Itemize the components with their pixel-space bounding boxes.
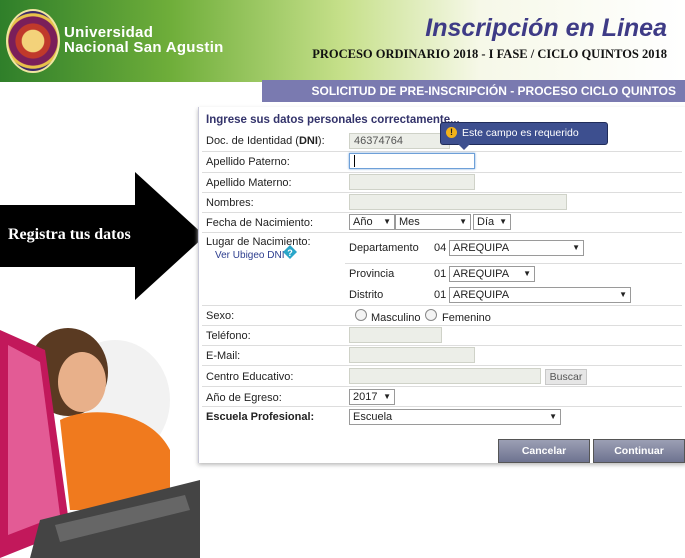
dia-select-value: Día (477, 216, 495, 228)
centro-educativo-input[interactable] (349, 368, 541, 384)
anio-select[interactable]: Año ▼ (349, 214, 395, 230)
provincia-code: 01 (434, 268, 447, 280)
cancel-button[interactable]: Cancelar (498, 439, 590, 463)
chevron-down-icon: ▼ (499, 217, 507, 226)
buscar-button[interactable]: Buscar (545, 369, 587, 385)
centro-educativo-label: Centro Educativo: (206, 371, 294, 383)
ubigeo-help-icon[interactable]: ? (283, 245, 297, 259)
provincia-select-value: AREQUIPA (453, 268, 510, 280)
sexo-label: Sexo: (206, 310, 235, 322)
anio-egreso-label: Año de Egreso: (206, 392, 282, 404)
nombres-input[interactable] (349, 194, 567, 210)
anio-egreso-value: 2017 (353, 391, 378, 403)
dni-label: Doc. de Identidad (DNI): (206, 135, 325, 147)
apellido-paterno-input[interactable] (349, 153, 475, 169)
apellido-materno-label: Apellido Materno: (206, 177, 292, 189)
distrito-code: 01 (434, 289, 447, 301)
chevron-down-icon: ▼ (619, 290, 627, 299)
dia-select[interactable]: Día ▼ (473, 214, 511, 230)
masculino-radio[interactable] (355, 309, 367, 321)
provincia-select[interactable]: AREQUIPA ▼ (449, 266, 535, 282)
process-subtitle: PROCESO ORDINARIO 2018 - I FASE / CICLO … (312, 47, 667, 61)
warning-icon: ! (446, 127, 457, 138)
departamento-select[interactable]: AREQUIPA ▼ (449, 240, 584, 256)
femenino-radio[interactable] (425, 309, 437, 321)
chevron-down-icon: ▼ (549, 412, 557, 421)
ver-ubigeo-link[interactable]: Ver Ubigeo DNI (215, 250, 284, 261)
panel-title: Ingrese sus datos personales correctamen… (206, 114, 460, 126)
anio-select-value: Año (353, 216, 373, 228)
arrow-text: Registra tus datos (8, 226, 131, 243)
anio-egreso-select[interactable]: 2017 ▼ (349, 389, 395, 405)
chevron-down-icon: ▼ (383, 217, 391, 226)
departamento-label: Departamento (349, 242, 419, 254)
escuela-select[interactable]: Escuela ▼ (349, 409, 561, 425)
university-seal-logo (6, 9, 60, 73)
mes-select-value: Mes (399, 216, 420, 228)
femenino-label: Femenino (442, 312, 491, 324)
tooltip-arrow (457, 143, 471, 150)
continue-button[interactable]: Continuar (593, 439, 685, 463)
telefono-label: Teléfono: (206, 330, 251, 342)
university-name-line2: Nacional San Agustin (64, 39, 224, 56)
escuela-select-value: Escuela (353, 411, 393, 423)
apellido-materno-input[interactable] (349, 174, 475, 190)
escuela-profesional-label: Escuela Profesional: (206, 411, 315, 423)
student-laptop-image (0, 310, 200, 558)
svg-text:?: ? (287, 248, 293, 258)
chevron-down-icon: ▼ (523, 269, 531, 278)
tooltip-text: Este campo es requerido (462, 127, 579, 139)
fecha-nacimiento-label: Fecha de Nacimiento: (206, 217, 313, 229)
dni-label-bold: DNI (298, 135, 318, 147)
telefono-input[interactable] (349, 327, 442, 343)
departamento-code: 04 (434, 242, 447, 254)
validation-tooltip: ! Este campo es requerido (440, 122, 608, 145)
distrito-select-value: AREQUIPA (453, 289, 510, 301)
nombres-label: Nombres: (206, 197, 254, 209)
departamento-select-value: AREQUIPA (453, 242, 510, 254)
email-label: E-Mail: (206, 350, 241, 362)
provincia-label: Provincia (349, 268, 395, 280)
distrito-label: Distrito (349, 289, 384, 301)
chevron-down-icon: ▼ (383, 392, 391, 401)
apellido-paterno-label: Apellido Paterno: (206, 156, 290, 168)
app-title: Inscripción en Linea (425, 14, 667, 42)
mes-select[interactable]: Mes ▼ (395, 214, 471, 230)
chevron-down-icon: ▼ (572, 243, 580, 252)
section-title: SOLICITUD DE PRE-INSCRIPCIÓN - PROCESO C… (311, 84, 676, 98)
dni-field: 46374764 (349, 133, 450, 149)
dni-label-text: Doc. de Identidad ( (206, 135, 299, 147)
masculino-label: Masculino (371, 312, 421, 324)
email-input[interactable] (349, 347, 475, 363)
distrito-select[interactable]: AREQUIPA ▼ (449, 287, 631, 303)
chevron-down-icon: ▼ (459, 217, 467, 226)
dni-label-suffix: ): (317, 135, 325, 147)
